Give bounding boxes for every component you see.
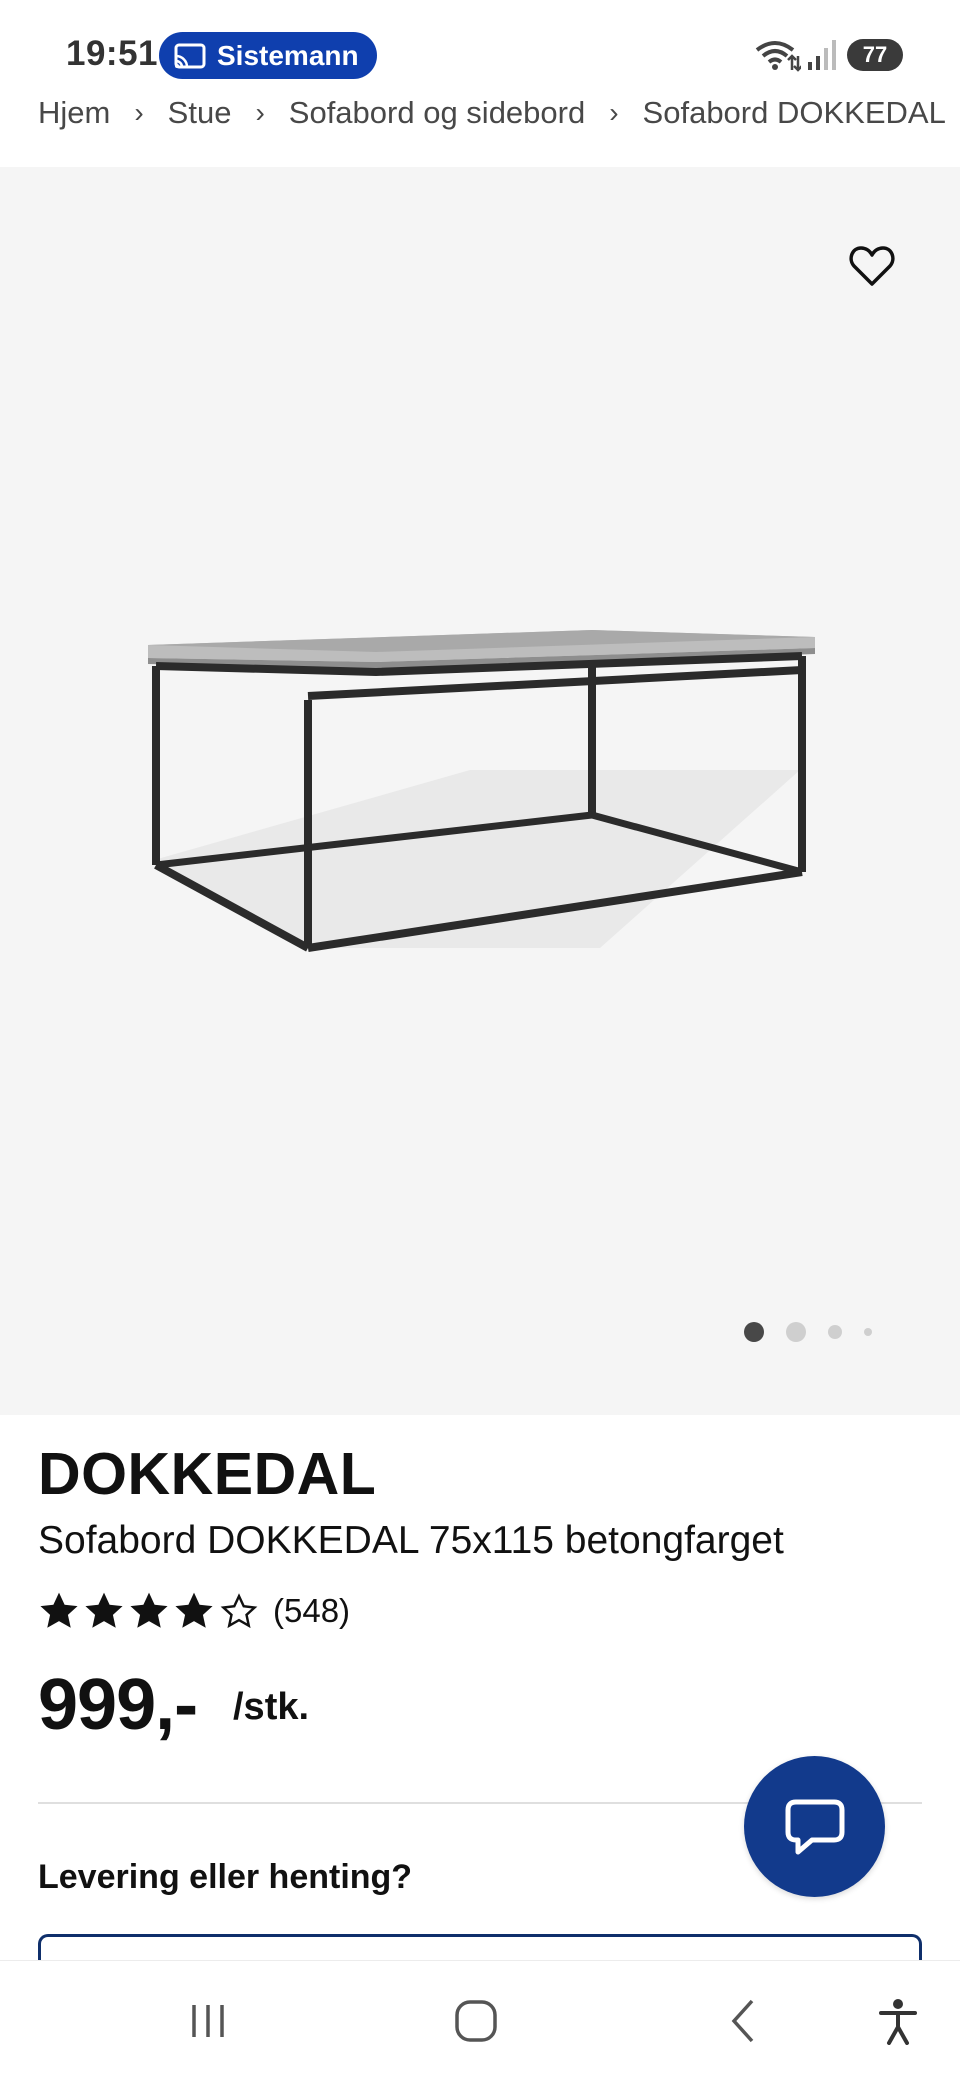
breadcrumb-item-hjem[interactable]: Hjem bbox=[38, 95, 110, 131]
cast-indicator[interactable]: Sistemann bbox=[159, 32, 377, 79]
breadcrumb-item-sofabord-og-sidebord[interactable]: Sofabord og sidebord bbox=[289, 95, 585, 131]
heart-outline-icon bbox=[849, 246, 895, 286]
gallery-dot[interactable] bbox=[828, 1325, 842, 1339]
back-button[interactable] bbox=[714, 1991, 774, 2051]
wifi-icon bbox=[755, 41, 801, 72]
status-bar: 19:51 Sistemann 77 bbox=[0, 0, 960, 84]
chat-bubble-icon bbox=[785, 1799, 844, 1854]
product-price: 999,- bbox=[38, 1665, 198, 1745]
star-filled-icon bbox=[85, 1592, 123, 1628]
cast-icon bbox=[174, 43, 206, 68]
product-image bbox=[148, 630, 815, 952]
chevron-right-icon: › bbox=[134, 97, 144, 128]
gallery-pagination[interactable] bbox=[744, 1320, 894, 1344]
system-nav-bar bbox=[0, 1960, 960, 2080]
favorite-button[interactable] bbox=[844, 238, 900, 294]
gallery-dot[interactable] bbox=[744, 1322, 764, 1342]
star-filled-icon bbox=[130, 1592, 168, 1628]
battery-icon: 77 bbox=[847, 39, 903, 71]
chat-button[interactable] bbox=[744, 1756, 885, 1897]
gallery-dot[interactable] bbox=[786, 1322, 806, 1342]
review-count[interactable]: (548) bbox=[273, 1592, 350, 1630]
star-outline-icon bbox=[220, 1593, 258, 1629]
accessibility-button[interactable] bbox=[868, 1991, 928, 2051]
breadcrumb: Hjem › Stue › Sofabord og sidebord › Sof… bbox=[38, 90, 946, 136]
price-unit: /stk. bbox=[233, 1686, 310, 1728]
recent-apps-button[interactable] bbox=[178, 1991, 238, 2051]
home-icon bbox=[455, 2000, 497, 2042]
status-time: 19:51 bbox=[66, 34, 159, 73]
product-brand: DOKKEDAL bbox=[38, 1441, 377, 1507]
accessibility-icon bbox=[879, 1999, 917, 2045]
chevron-right-icon: › bbox=[609, 97, 619, 128]
recent-apps-icon bbox=[192, 2005, 224, 2037]
breadcrumb-item-stue[interactable]: Stue bbox=[168, 95, 232, 131]
back-icon bbox=[731, 1999, 754, 2043]
product-subtitle: Sofabord DOKKEDAL 75x115 betongfarget bbox=[38, 1519, 784, 1562]
cast-label: Sistemann bbox=[217, 39, 359, 71]
gallery-dot[interactable] bbox=[864, 1328, 872, 1336]
star-filled-icon bbox=[40, 1592, 78, 1628]
delivery-heading: Levering eller henting? bbox=[38, 1858, 413, 1896]
signal-icon bbox=[808, 40, 836, 70]
home-button[interactable] bbox=[446, 1991, 506, 2051]
product-rating[interactable]: (548) bbox=[38, 1586, 350, 1636]
breadcrumb-item-current: Sofabord DOKKEDAL bbox=[642, 95, 946, 130]
chevron-right-icon: › bbox=[255, 97, 265, 128]
star-filled-icon bbox=[175, 1592, 213, 1628]
